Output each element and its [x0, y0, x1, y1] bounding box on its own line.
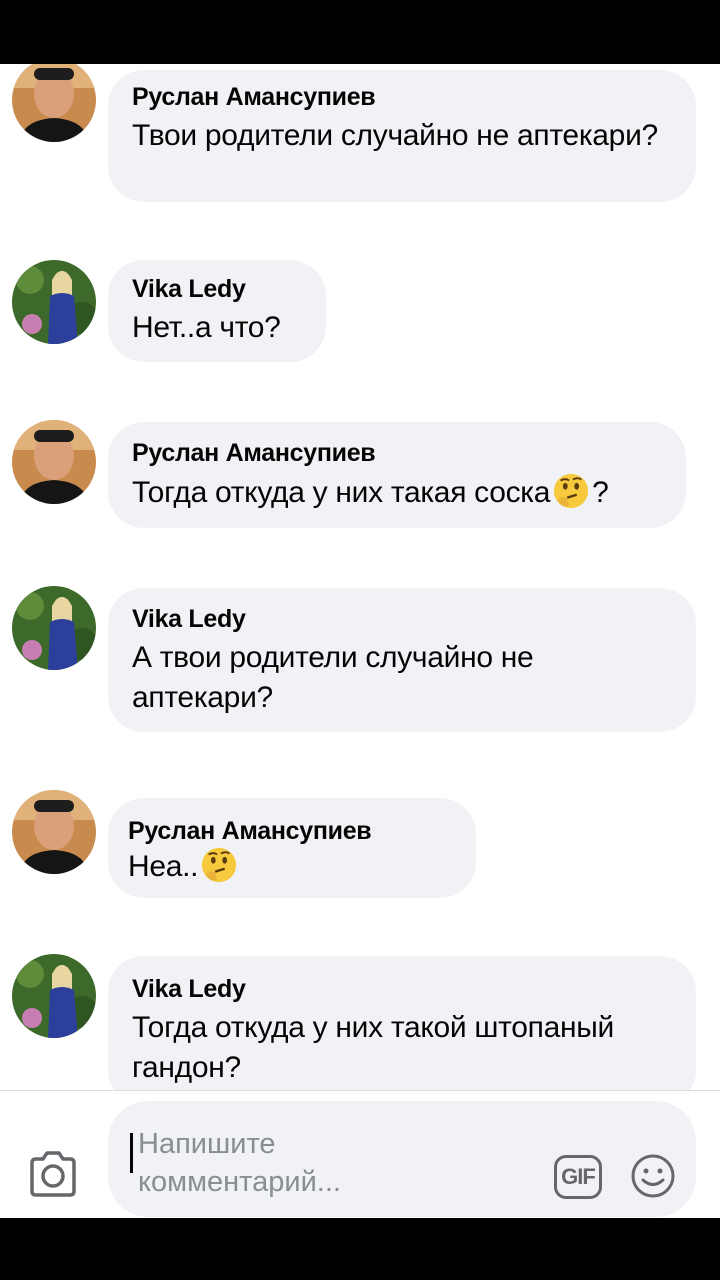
comment-text-line: Неа..: [128, 846, 450, 887]
avatar-vika[interactable]: [12, 954, 96, 1038]
gif-button[interactable]: GIF: [554, 1155, 602, 1199]
thinking-face-emoji: [202, 847, 237, 883]
text-caret: [130, 1133, 133, 1173]
avatar-vika[interactable]: [12, 586, 96, 670]
avatar-ruslan[interactable]: [12, 790, 96, 874]
comment-text: Твои родители случайно не аптекари?: [132, 119, 658, 152]
comment-bubble[interactable]: Vika Ledy Нет..а что?: [108, 260, 326, 362]
comment-composer: Напишите комментарий... GIF: [0, 1090, 720, 1218]
comment-author[interactable]: Руслан Амансупиев: [128, 816, 450, 846]
comment-text: А твои родители случайно не аптекари?: [132, 641, 534, 714]
comment-input[interactable]: Напишите комментарий... GIF: [108, 1101, 696, 1217]
comments-screen: Руслан Амансупиев Твои родители случайно…: [0, 64, 720, 1218]
comment-bubble[interactable]: Руслан Амансупиев Неа..: [108, 798, 476, 898]
comment-bubble[interactable]: Руслан Амансупиев Твои родители случайно…: [108, 70, 696, 202]
smiley-icon[interactable]: [630, 1153, 676, 1199]
comment-text: Тогда откуда у них такая соска: [132, 476, 551, 509]
avatar-ruslan[interactable]: [12, 64, 96, 142]
comment-text-line: Тогда откуда у них такая соска?: [132, 472, 660, 513]
comment-author[interactable]: Руслан Амансупиев: [132, 438, 660, 468]
avatar-vika[interactable]: [12, 260, 96, 344]
comment-author[interactable]: Vika Ledy: [132, 974, 670, 1004]
comment-author[interactable]: Vika Ledy: [132, 274, 300, 304]
comment-text-suffix: ?: [592, 476, 609, 509]
comment-author[interactable]: Руслан Амансупиев: [132, 82, 670, 112]
thinking-face-emoji: [554, 473, 589, 509]
comment-text: Тогда откуда у них такой штопаный гандон…: [132, 1011, 614, 1084]
comment-bubble[interactable]: Vika Ledy А твои родители случайно не ап…: [108, 588, 696, 732]
comment-bubble[interactable]: Vika Ledy Тогда откуда у них такой штопа…: [108, 956, 696, 1106]
comment-text: Неа..: [128, 850, 199, 883]
comment-author[interactable]: Vika Ledy: [132, 604, 636, 634]
comment-bubble[interactable]: Руслан Амансупиев Тогда откуда у них так…: [108, 422, 686, 528]
gif-icon: GIF: [561, 1164, 596, 1189]
camera-icon[interactable]: [28, 1151, 78, 1197]
comment-text: Нет..а что?: [132, 311, 281, 344]
comment-input-placeholder: Напишите комментарий...: [138, 1128, 341, 1198]
avatar-ruslan[interactable]: [12, 420, 96, 504]
